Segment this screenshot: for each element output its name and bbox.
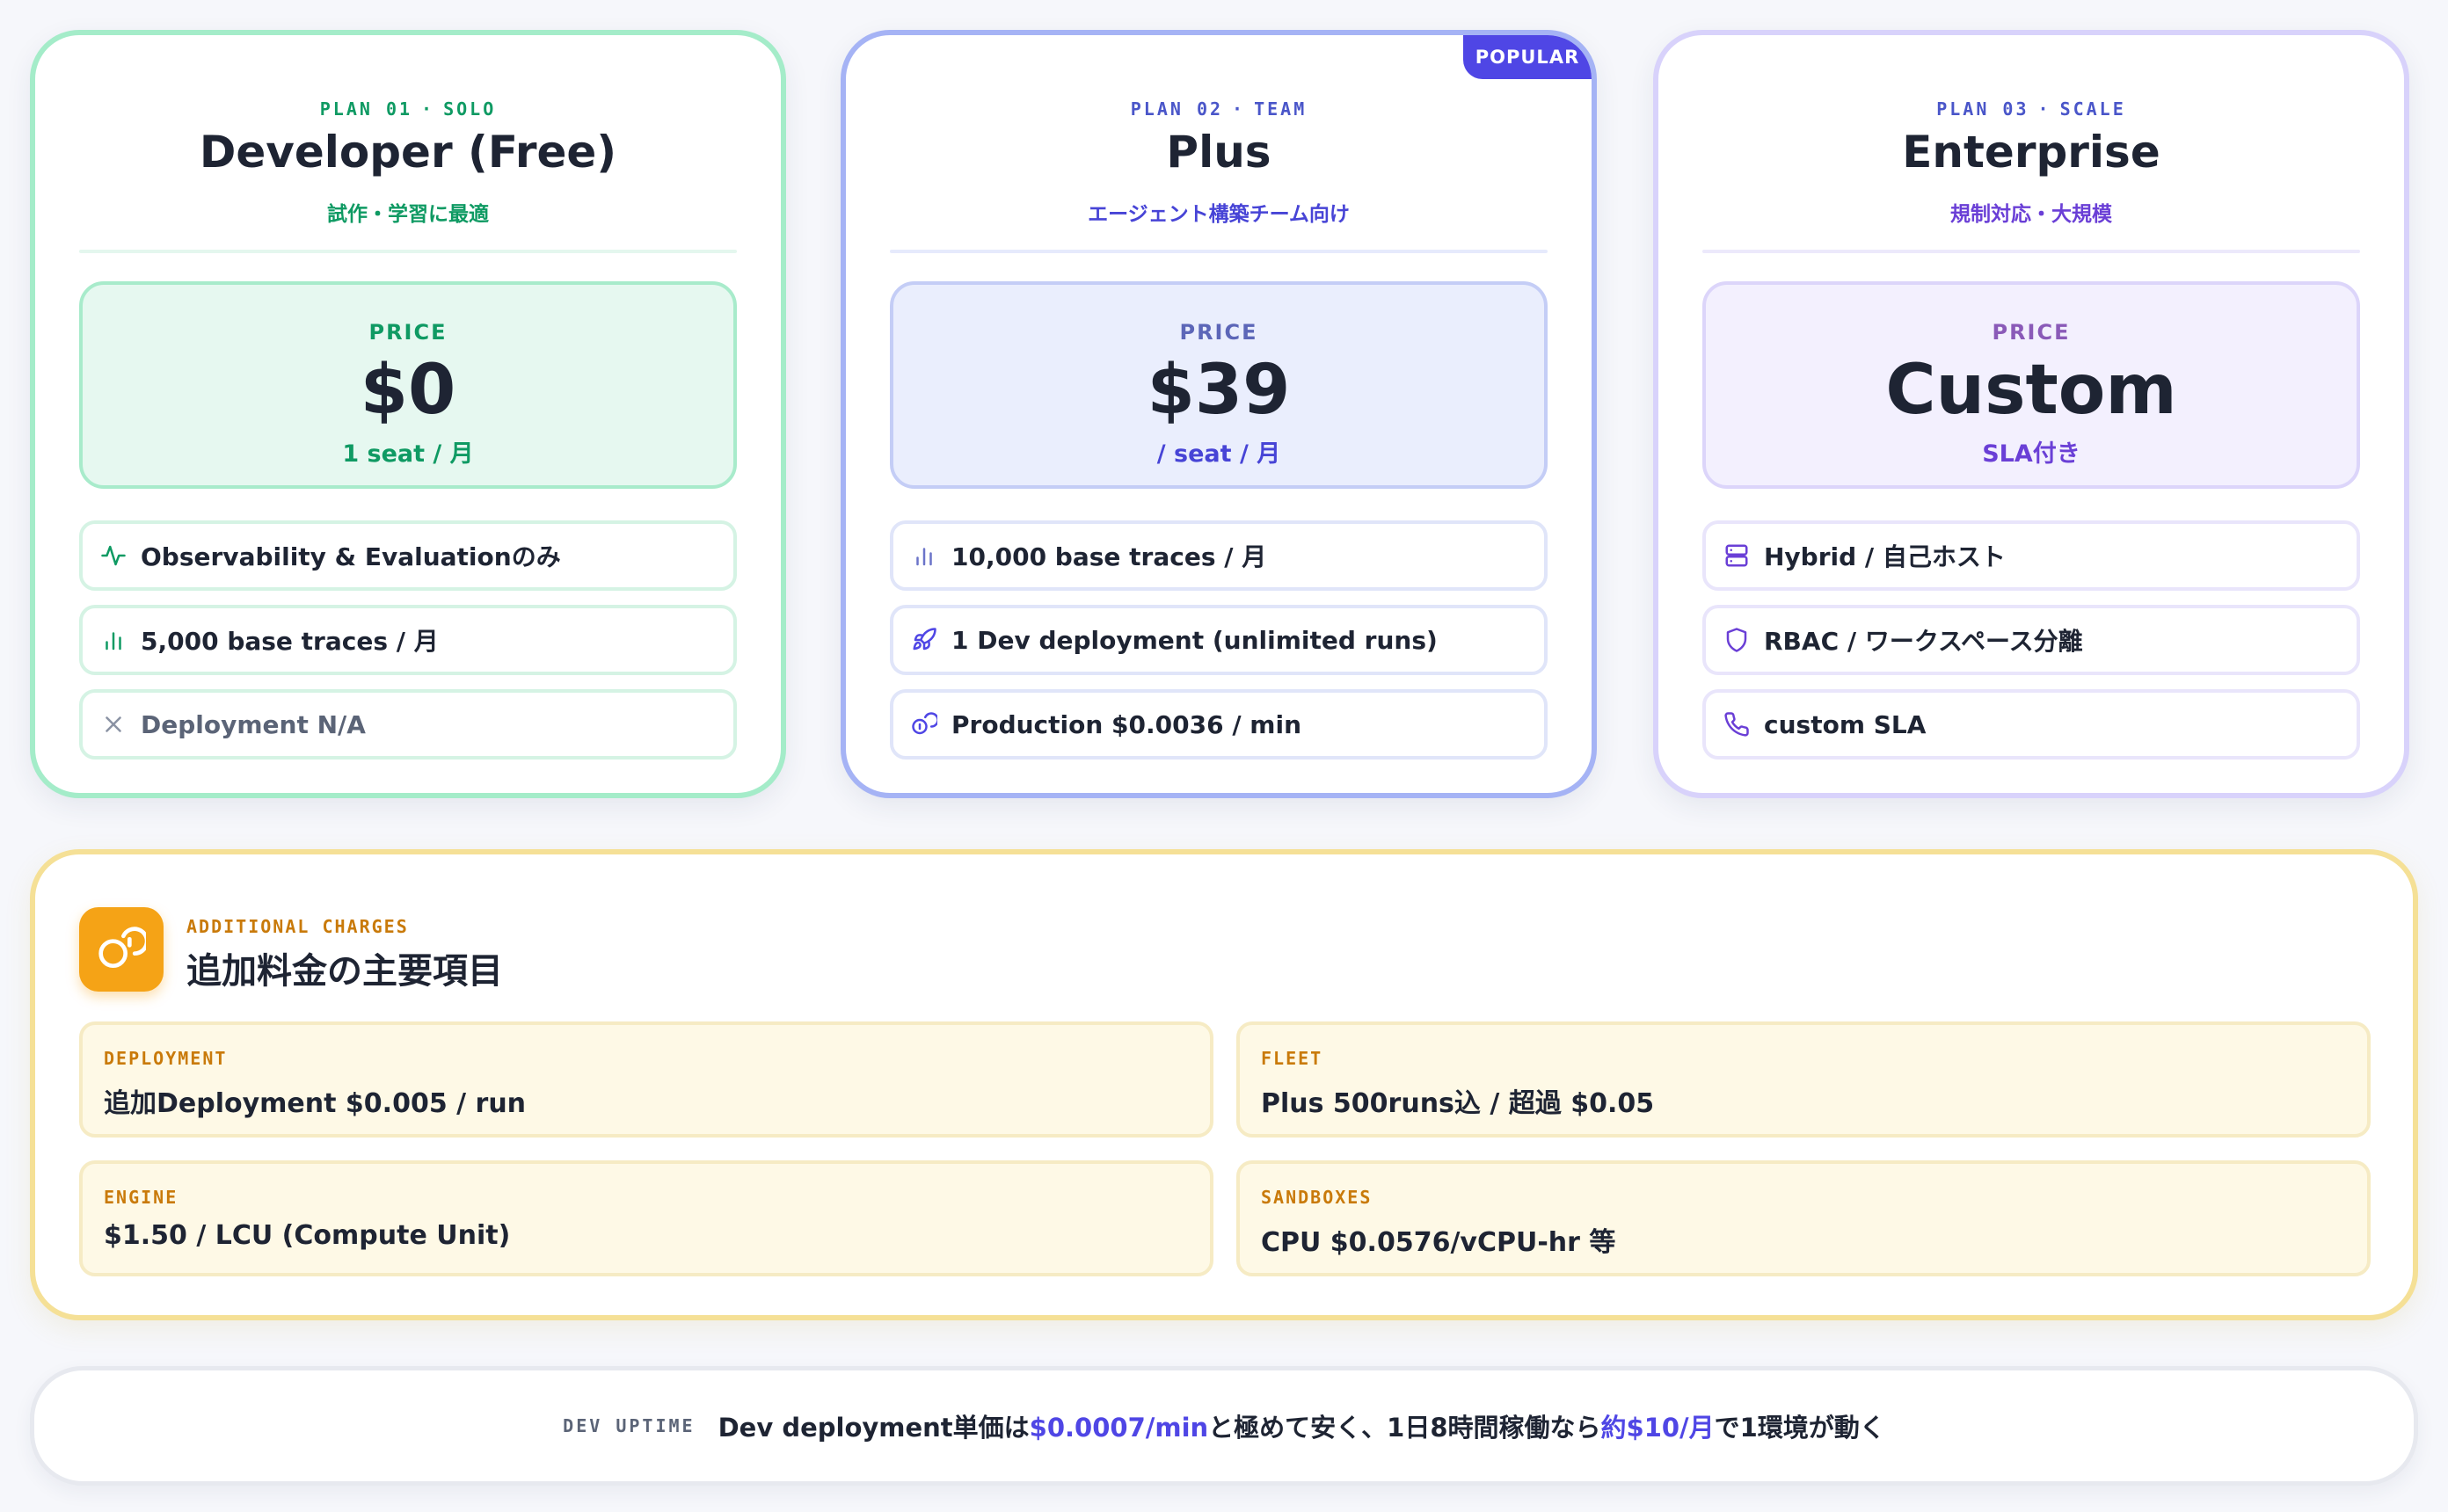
feature-text: 10,000 base traces / 月 xyxy=(951,542,1267,571)
charge-item-sandboxes: SANDBOXES CPU $0.0576/vCPU-hr 等 xyxy=(1236,1160,2371,1276)
phone-icon xyxy=(1723,711,1750,738)
charge-item-fleet: FLEET Plus 500runs込 / 超過 $0.05 xyxy=(1236,1021,2371,1138)
plan-kicker: PLAN 03 · SCALE xyxy=(1936,98,2126,120)
price-label: PRICE xyxy=(368,320,448,345)
plan-card-enterprise: PLAN 03 · SCALE Enterprise 規制対応・大規模 PRICE … xyxy=(1653,30,2409,798)
plan-subtitle: 規制対応・大規模 xyxy=(1950,203,2112,226)
price-unit: 1 seat / 月 xyxy=(342,440,474,468)
uptime-message: Dev deployment単価は$0.0007/minと極めて安く、1日8時間… xyxy=(718,1413,1885,1443)
price-value: Custom xyxy=(1885,351,2177,430)
feature-text: 5,000 base traces / 月 xyxy=(141,627,439,656)
feature-text: custom SLA xyxy=(1764,709,1927,739)
divider xyxy=(890,250,1548,253)
feature-text: Hybrid / 自己ホスト xyxy=(1764,542,2006,571)
charge-value: Plus 500runs込 / 超過 $0.05 xyxy=(1261,1088,1655,1119)
feature-item: Hybrid / 自己ホスト xyxy=(1702,520,2360,591)
plan-kicker: PLAN 02 · TEAM xyxy=(1130,98,1308,120)
charge-label: FLEET xyxy=(1261,1048,1323,1069)
price-box: PRICE $39 / seat / 月 xyxy=(890,281,1548,489)
feature-item: 10,000 base traces / 月 xyxy=(890,520,1548,591)
coins-icon xyxy=(79,907,164,992)
highlight-monthly: 約$10/月 xyxy=(1600,1413,1715,1443)
price-box: PRICE Custom SLA付き xyxy=(1702,281,2360,489)
divider xyxy=(79,250,737,253)
price-value: $0 xyxy=(360,351,456,430)
price-label: PRICE xyxy=(1179,320,1258,345)
feature-item: 1 Dev deployment (unlimited runs) xyxy=(890,605,1548,675)
charge-item-deployment: DEPLOYMENT 追加Deployment $0.005 / run xyxy=(79,1021,1213,1138)
charge-value: CPU $0.0576/vCPU-hr 等 xyxy=(1261,1227,1616,1258)
price-value: $39 xyxy=(1147,351,1291,430)
feature-text: Deployment N/A xyxy=(141,709,366,739)
charge-value: $1.50 / LCU (Compute Unit) xyxy=(104,1220,511,1251)
charge-value: 追加Deployment $0.005 / run xyxy=(104,1088,527,1119)
bar-chart-icon xyxy=(100,627,127,653)
feature-text: Observability & Evaluationのみ xyxy=(141,542,561,571)
additional-charges-panel: ADDITIONAL CHARGES 追加料金の主要項目 DEPLOYMENT … xyxy=(30,849,2418,1320)
charge-item-engine: ENGINE $1.50 / LCU (Compute Unit) xyxy=(79,1160,1213,1276)
feature-item: custom SLA xyxy=(1702,689,2360,760)
plan-name: Developer (Free) xyxy=(199,127,617,178)
price-label: PRICE xyxy=(1992,320,2071,345)
bar-chart-icon xyxy=(911,542,937,569)
feature-text: 1 Dev deployment (unlimited runs) xyxy=(951,625,1438,655)
uptime-kicker: DEV UPTIME xyxy=(563,1415,696,1436)
charge-label: ENGINE xyxy=(104,1187,178,1208)
activity-icon xyxy=(100,542,127,569)
plan-card-plus: POPULAR PLAN 02 · TEAM Plus エージェント構築チーム向け … xyxy=(841,30,1597,798)
feature-text: Production $0.0036 / min xyxy=(951,709,1302,739)
plan-name: Plus xyxy=(1166,127,1271,178)
feature-item: Observability & Evaluationのみ xyxy=(79,520,737,591)
popular-badge: POPULAR xyxy=(1463,35,1592,79)
section-title: 追加料金の主要項目 xyxy=(186,951,503,992)
divider xyxy=(1702,250,2360,253)
charge-label: SANDBOXES xyxy=(1261,1187,1373,1208)
plan-card-developer: PLAN 01 · SOLO Developer (Free) 試作・学習に最適 P… xyxy=(30,30,786,798)
dev-uptime-banner: DEV UPTIME Dev deployment単価は$0.0007/minと… xyxy=(30,1366,2418,1486)
price-unit: SLA付き xyxy=(1982,440,2080,468)
feature-item: 5,000 base traces / 月 xyxy=(79,605,737,675)
feature-item: Production $0.0036 / min xyxy=(890,689,1548,760)
x-icon xyxy=(100,711,127,738)
feature-item: Deployment N/A xyxy=(79,689,737,760)
price-unit: / seat / 月 xyxy=(1156,440,1281,468)
highlight-rate: $0.0007/min xyxy=(1029,1413,1209,1443)
coins-icon xyxy=(911,711,937,738)
plan-name: Enterprise xyxy=(1902,127,2160,178)
feature-text: RBAC / ワークスペース分離 xyxy=(1764,627,2083,656)
charge-label: DEPLOYMENT xyxy=(104,1048,228,1069)
plan-subtitle: 試作・学習に最適 xyxy=(327,203,489,226)
feature-item: RBAC / ワークスペース分離 xyxy=(1702,605,2360,675)
price-box: PRICE $0 1 seat / 月 xyxy=(79,281,737,489)
plan-subtitle: エージェント構築チーム向け xyxy=(1088,203,1350,226)
section-kicker: ADDITIONAL CHARGES xyxy=(186,916,409,937)
plan-kicker: PLAN 01 · SOLO xyxy=(319,98,497,120)
rocket-icon xyxy=(911,627,937,653)
shield-icon xyxy=(1723,627,1750,653)
server-icon xyxy=(1723,542,1750,569)
